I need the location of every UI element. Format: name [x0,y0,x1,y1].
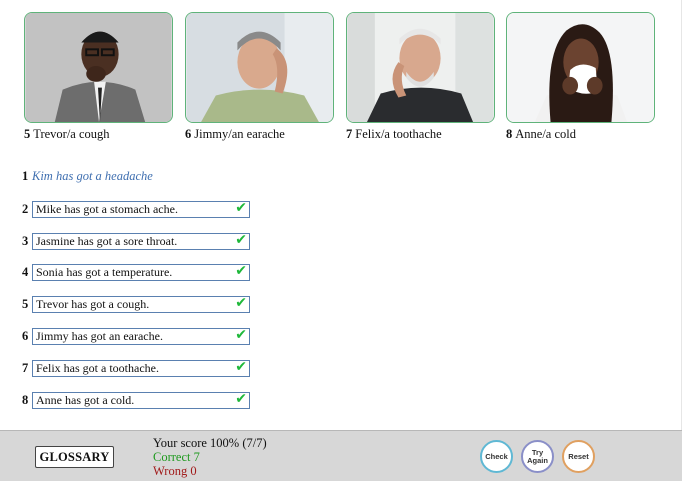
checkmark-icon: ✔ [235,294,247,311]
answer-field[interactable]: Mike has got a stomach ache. ✔ [32,199,250,218]
checkmark-icon: ✔ [235,199,247,216]
man-earache-image [186,13,333,122]
woman-cold-image [507,13,654,122]
photo-trevor-cough [24,12,173,123]
score-text: Your score 100% (7/7) [153,436,267,450]
item-number: 1 [22,168,29,183]
answer-field[interactable]: Anne has got a cold. ✔ [32,390,250,409]
photo-card-jimmy: 6 Jimmy/an earache [185,12,337,142]
checkmark-icon: ✔ [235,231,247,248]
photo-anne-cold [506,12,655,123]
footer-bar: GLOSSARY Your score 100% (7/7) Correct 7… [0,430,682,481]
item-number: 4 [22,264,29,279]
checkmark-icon: ✔ [235,358,247,375]
correct-count: Correct 7 [153,450,200,464]
glossary-button[interactable]: GLOSSARY [35,446,114,468]
photo-felix-toothache [346,12,495,123]
photo-card-anne: 8 Anne/a cold [506,12,658,142]
answer-field[interactable]: Jimmy has got an earache. ✔ [32,326,250,345]
answer-field[interactable]: Trevor has got a cough. ✔ [32,294,250,313]
answer-field[interactable]: Sonia has got a temperature. ✔ [32,262,250,281]
answer-row: 4 Sonia has got a temperature. ✔ [22,263,250,281]
answer-row: 7 Felix has got a toothache. ✔ [22,359,250,377]
answer-field[interactable]: Jasmine has got a sore throat. ✔ [32,231,250,250]
photo-jimmy-earache [185,12,334,123]
item-number: 3 [22,233,29,248]
photo-card-trevor: 5 Trevor/a cough [24,12,176,142]
checkmark-icon: ✔ [235,262,247,279]
score-panel: Your score 100% (7/7) Correct 7 Wrong 0 [153,436,267,478]
photo-card-felix: 7 Felix/a toothache [346,12,498,142]
wrong-count: Wrong 0 [153,464,197,478]
checkmark-icon: ✔ [235,326,247,343]
photo-gallery: 5 Trevor/a cough 6 Jimmy/an earache 7 Fe… [24,12,664,152]
checkmark-icon: ✔ [235,390,247,407]
answer-field[interactable]: Felix has got a toothache. ✔ [32,358,250,377]
photo-caption: 8 Anne/a cold [506,127,576,141]
reset-button[interactable]: Reset [562,440,595,473]
answer-row: 2 Mike has got a stomach ache. ✔ [22,200,250,218]
answer-row: 8 Anne has got a cold. ✔ [22,391,250,409]
answer-row: 5 Trevor has got a cough. ✔ [22,295,250,313]
item-number: 8 [22,392,29,407]
man-toothache-image [347,13,494,122]
photo-caption: 6 Jimmy/an earache [185,127,285,141]
item-number: 2 [22,201,29,216]
try-again-button[interactable]: Try Again [521,440,554,473]
item-number: 6 [22,328,29,343]
example-row: 1 Kim has got a headache [22,167,153,185]
example-sentence: Kim has got a headache [32,168,153,183]
answer-row: 3 Jasmine has got a sore throat. ✔ [22,232,250,250]
photo-caption: 5 Trevor/a cough [24,127,110,141]
man-coughing-image [25,13,172,122]
answer-row: 6 Jimmy has got an earache. ✔ [22,327,250,345]
photo-caption: 7 Felix/a toothache [346,127,442,141]
item-number: 5 [22,296,29,311]
check-button[interactable]: Check [480,440,513,473]
item-number: 7 [22,360,29,375]
